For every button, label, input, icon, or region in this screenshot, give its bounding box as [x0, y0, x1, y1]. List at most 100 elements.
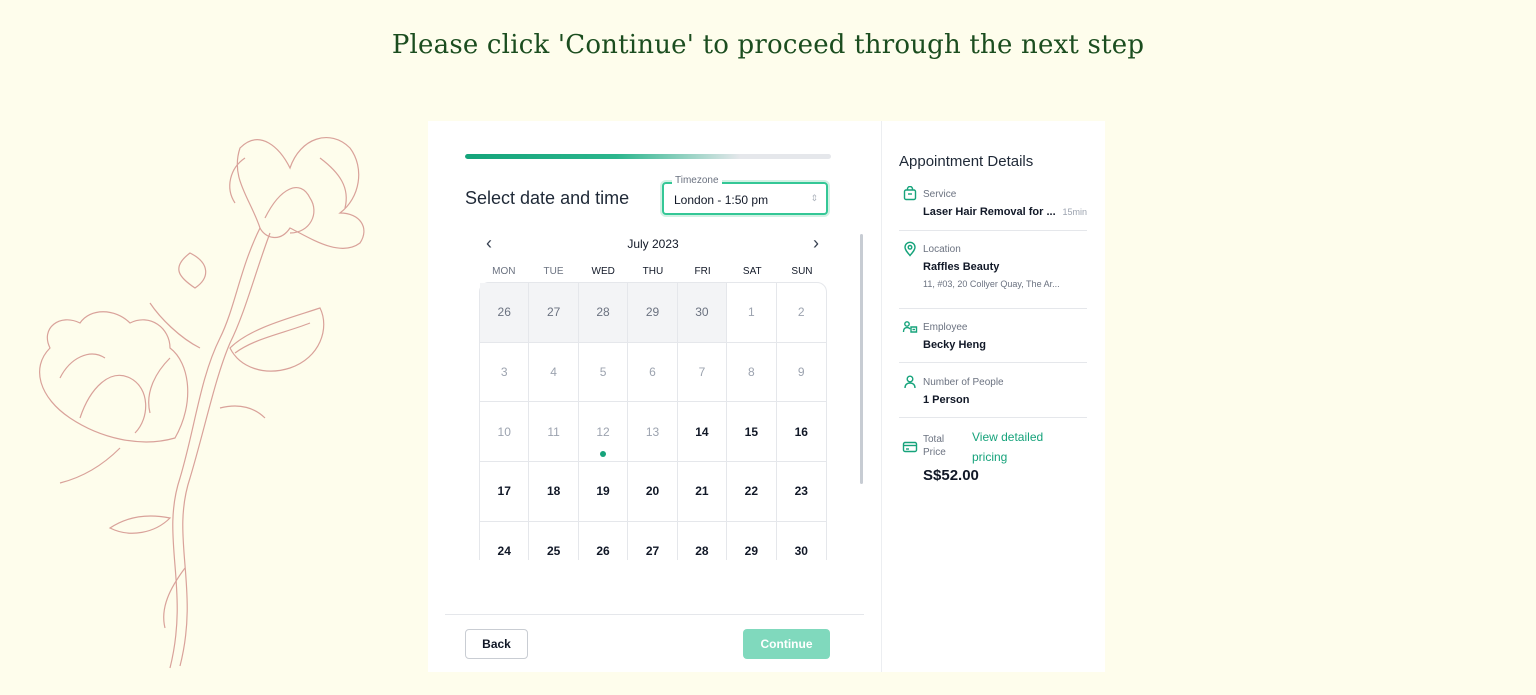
service-row: Service Laser Hair Removal for ... 15min — [899, 186, 1087, 231]
flower-illustration — [39, 137, 365, 669]
calendar-day: 10 — [480, 402, 530, 463]
calendar-day-number: 18 — [546, 484, 561, 499]
timezone-label: Timezone — [672, 175, 722, 186]
calendar-day[interactable]: 23 — [776, 462, 826, 522]
calendar-day: 11 — [529, 402, 579, 463]
calendar-day: 2 — [776, 283, 826, 343]
calendar-day-number: 22 — [744, 484, 759, 499]
view-pricing-link[interactable]: View detailed pricing — [972, 427, 1067, 467]
calendar-day-number: 24 — [497, 544, 511, 559]
calendar-day-number: 23 — [794, 484, 808, 499]
calendar-day[interactable]: 28 — [678, 521, 728, 560]
calendar-month-label: July 2023 — [627, 237, 679, 251]
calendar-day: 1 — [727, 283, 777, 343]
calendar-day-number: 26 — [497, 305, 511, 320]
back-button[interactable]: Back — [465, 629, 528, 659]
calendar-day-number: 20 — [645, 484, 660, 499]
calendar-day-number: 1 — [748, 305, 755, 320]
calendar-day-number: 30 — [695, 305, 709, 320]
calendar-day-number: 21 — [695, 484, 709, 499]
calendar-day: 5 — [578, 342, 629, 403]
weekday-label: THU — [642, 266, 664, 277]
weekday-label: TUE — [543, 266, 564, 277]
calendar-day-number: 9 — [797, 365, 805, 380]
calendar-day-number: 28 — [695, 544, 709, 559]
calendar-day: 6 — [628, 342, 678, 403]
selector-icon: ⇕ — [810, 193, 818, 203]
service-value: Laser Hair Removal for ... — [923, 206, 1056, 218]
weekday-label: MON — [492, 266, 516, 277]
calendar-bag-icon — [903, 186, 917, 201]
page-headline: Please click 'Continue' to proceed throu… — [391, 30, 1145, 60]
calendar-day: 27 — [529, 283, 579, 343]
employee-label: Employee — [923, 322, 968, 333]
weekday-header: MON TUE WED THU FRI SAT SUN — [479, 266, 827, 277]
calendar-day-number: 8 — [748, 365, 755, 380]
calendar-day[interactable]: 19 — [578, 462, 629, 522]
calendar-day[interactable]: 30 — [777, 522, 826, 560]
chevron-left-icon[interactable]: ‹ — [480, 233, 498, 254]
people-label: Number of People — [923, 377, 1004, 388]
weekday-label: WED — [591, 266, 615, 277]
calendar-day[interactable]: 24 — [480, 521, 530, 560]
calendar-day-number: 15 — [744, 424, 759, 439]
calendar-day-number: 19 — [596, 484, 610, 499]
weekday-label: SAT — [742, 266, 762, 277]
chevron-right-icon[interactable]: › — [807, 233, 825, 254]
calendar-day-number: 2 — [797, 305, 805, 320]
today-indicator — [600, 451, 607, 458]
calendar-day[interactable]: 20 — [628, 462, 678, 522]
calendar-day[interactable]: 15 — [727, 402, 777, 463]
calendar-day[interactable]: 27 — [628, 521, 678, 560]
calendar-day: 9 — [776, 343, 826, 403]
price-value: S$52.00 — [923, 467, 979, 484]
weekday-label: FRI — [694, 266, 711, 277]
calendar-day[interactable]: 18 — [529, 462, 579, 522]
calendar-day: 13 — [628, 402, 678, 463]
location-row: Location Raffles Beauty 11, #03, 20 Coll… — [899, 241, 1087, 309]
people-row: Number of People 1 Person — [899, 374, 1087, 418]
calendar-day-number: 11 — [547, 424, 560, 439]
calendar-day: 29 — [628, 283, 678, 343]
calendar-day-number: 16 — [794, 424, 808, 439]
continue-button[interactable]: Continue — [743, 629, 830, 659]
location-label: Location — [923, 244, 961, 255]
calendar-day[interactable]: 29 — [727, 521, 777, 560]
calendar-day-number: 12 — [596, 424, 610, 439]
calendar-day[interactable]: 16 — [776, 402, 826, 463]
scrollbar[interactable] — [860, 234, 863, 484]
calendar-day-number: 29 — [744, 544, 759, 559]
calendar-day-number: 6 — [649, 365, 656, 380]
appointment-details-panel: Appointment Details Service Laser Hair R… — [881, 121, 1105, 672]
employee-icon — [902, 321, 918, 333]
calendar-day[interactable]: 26 — [579, 521, 629, 560]
progress-bar — [465, 154, 831, 159]
section-title: Select date and time — [465, 188, 630, 208]
location-pin-icon — [904, 241, 916, 257]
booking-widget: Select date and time Timezone London - 1… — [428, 121, 1105, 672]
calendar-day-number: 29 — [645, 305, 660, 320]
progress-fill — [465, 154, 740, 159]
employee-value: Becky Heng — [923, 339, 986, 351]
calendar-day[interactable]: 14 — [677, 402, 728, 463]
service-duration: 15min — [1062, 207, 1087, 217]
price-label: Total Price — [923, 434, 946, 458]
calendar-day-number: 25 — [546, 544, 561, 559]
person-icon — [904, 375, 916, 389]
calendar-day: 3 — [480, 342, 530, 403]
people-value: 1 Person — [923, 394, 970, 406]
calendar-day[interactable]: 22 — [727, 462, 777, 522]
calendar-day: 8 — [727, 342, 777, 403]
location-value: Raffles Beauty — [923, 261, 1000, 273]
credit-card-icon — [902, 441, 918, 453]
calendar-day[interactable]: 17 — [480, 462, 530, 522]
employee-row: Employee Becky Heng — [899, 319, 1087, 363]
calendar-day[interactable]: 25 — [529, 521, 579, 560]
calendar-day: 26 — [480, 283, 530, 343]
calendar-day[interactable]: 21 — [677, 462, 728, 522]
details-title: Appointment Details — [899, 153, 1034, 170]
timezone-select[interactable]: Timezone London - 1:50 pm ⇕ — [662, 175, 828, 215]
calendar-day-number: 3 — [500, 365, 508, 380]
calendar-scroll-area[interactable]: 26 27 28 29 30 1 2 3 4 5 6 7 8 9 10 11 12 13 14 15 16 17 18 19 2… — [479, 282, 827, 560]
calendar-day-number: 14 — [695, 424, 709, 439]
